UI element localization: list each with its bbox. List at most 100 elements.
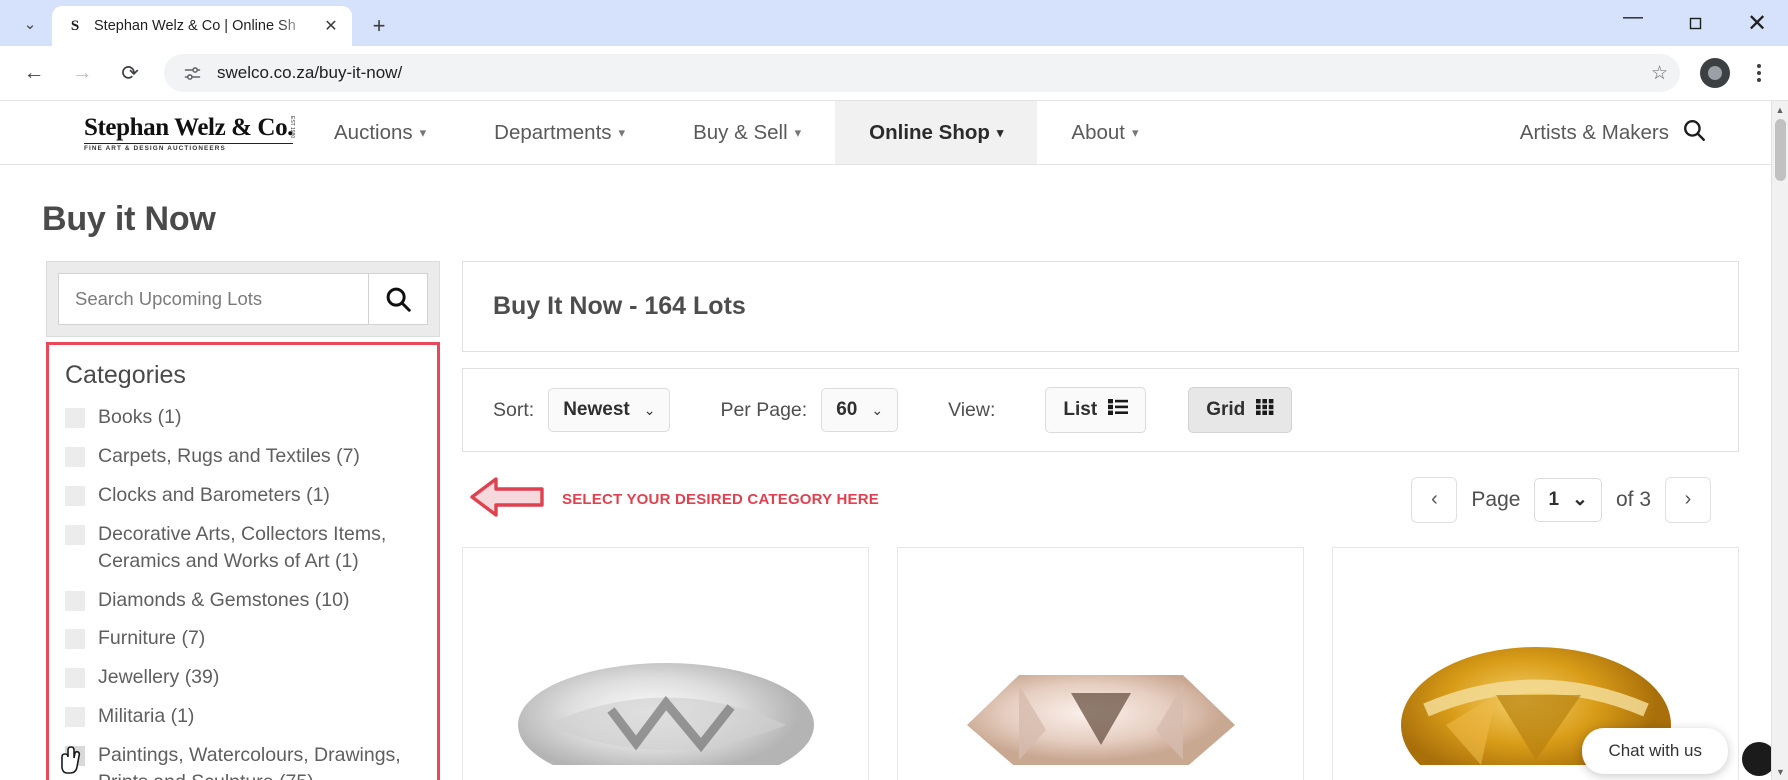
view-list-label: List xyxy=(1063,399,1098,420)
nav-item-auctions[interactable]: Auctions ▾ xyxy=(300,101,460,164)
chevron-down-icon: ⌄ xyxy=(871,401,884,418)
per-page-label: Per Page: xyxy=(720,398,808,421)
bookmark-star-icon[interactable]: ☆ xyxy=(1651,62,1668,85)
search-input[interactable] xyxy=(75,288,352,310)
lot-card-grid xyxy=(462,547,1739,780)
category-label: Paintings, Watercolours, Drawings, Print… xyxy=(98,744,401,780)
scrollbar-thumb[interactable] xyxy=(1775,119,1786,181)
minimize-button[interactable]: — xyxy=(1602,0,1664,46)
address-bar[interactable]: swelco.co.za/buy-it-now/ ☆ xyxy=(164,54,1680,92)
nav-item-buy-and-sell[interactable]: Buy & Sell ▾ xyxy=(659,101,835,164)
new-tab-button[interactable]: + xyxy=(362,9,396,43)
nav-label: Auctions xyxy=(334,120,413,144)
category-item-decorative-arts[interactable]: Decorative Arts, Collectors Items, Ceram… xyxy=(65,521,419,575)
window-close-button[interactable]: ✕ xyxy=(1726,0,1788,46)
favicon: S xyxy=(70,17,80,34)
scroll-up-icon[interactable]: ▲ xyxy=(1772,101,1788,118)
lot-card[interactable] xyxy=(897,547,1304,780)
view-list-button[interactable]: List xyxy=(1045,387,1147,433)
next-page-button[interactable]: › xyxy=(1665,476,1711,523)
category-item-jewellery[interactable]: Jewellery (39) xyxy=(65,664,419,691)
hexagon-cut-pink-diamond-image xyxy=(951,575,1251,770)
sort-label: Sort: xyxy=(493,398,535,421)
back-button[interactable]: ← xyxy=(12,51,56,95)
close-icon[interactable]: ✕ xyxy=(320,15,342,37)
lot-card[interactable] xyxy=(462,547,869,780)
browser-menu-button[interactable] xyxy=(1742,64,1776,82)
category-item-books[interactable]: Books (1) xyxy=(65,404,419,431)
nav-label: Artists & Makers xyxy=(1519,120,1669,144)
page-scrollbar[interactable]: ▲ ▼ xyxy=(1771,101,1788,780)
page-select[interactable]: 1 ⌄ xyxy=(1534,477,1602,522)
site-logo[interactable]: Stephan Welz & Co. FINE ART & DESIGN AUC… xyxy=(0,101,300,164)
left-arrow-annotation-icon xyxy=(470,474,544,525)
reload-button[interactable]: ⟳ xyxy=(108,51,152,95)
category-label: Furniture (7) xyxy=(98,627,206,650)
nav-item-departments[interactable]: Departments ▾ xyxy=(460,101,659,164)
chevron-down-icon: ▾ xyxy=(1132,124,1139,140)
category-item-paintings-sculpture[interactable]: Paintings, Watercolours, Drawings, Print… xyxy=(65,742,419,780)
chat-widget-bubble[interactable]: Chat with us xyxy=(1582,728,1728,774)
browser-tab[interactable]: S Stephan Welz & Co | Online Sh ✕ xyxy=(52,6,352,46)
category-item-clocks-barometers[interactable]: Clocks and Barometers (1) xyxy=(65,482,419,509)
per-page-select[interactable]: 60 ⌄ xyxy=(821,388,899,432)
url-text[interactable]: swelco.co.za/buy-it-now/ xyxy=(217,63,1637,83)
view-grid-button[interactable]: Grid xyxy=(1188,387,1293,433)
nav-item-about[interactable]: About ▾ xyxy=(1037,101,1172,164)
chevron-down-icon: ▾ xyxy=(419,124,427,140)
nav-item-artists-and-makers[interactable]: Artists & Makers xyxy=(1486,101,1771,164)
checkbox-icon[interactable] xyxy=(65,629,85,650)
grid-icon xyxy=(1256,399,1274,421)
category-label: Carpets, Rugs and Textiles (7) xyxy=(98,444,360,467)
page-label: Page xyxy=(1471,487,1521,511)
nav-item-online-shop[interactable]: Online Shop ▾ xyxy=(835,101,1038,164)
nav-label: About xyxy=(1071,120,1125,144)
web-page: Stephan Welz & Co. FINE ART & DESIGN AUC… xyxy=(0,101,1771,780)
checkbox-icon[interactable] xyxy=(65,590,85,611)
category-item-furniture[interactable]: Furniture (7) xyxy=(65,625,419,652)
results-main: Buy It Now - 164 Lots Sort: Newest ⌄ Per… xyxy=(440,261,1771,780)
checkbox-icon[interactable] xyxy=(65,668,85,689)
per-page-value: 60 xyxy=(836,399,858,420)
category-label: Diamonds & Gemstones (10) xyxy=(98,588,350,611)
maximize-button[interactable] xyxy=(1664,0,1726,46)
checkbox-icon[interactable] xyxy=(65,446,85,467)
category-item-militaria[interactable]: Militaria (1) xyxy=(65,703,419,730)
site-navigation: Stephan Welz & Co. FINE ART & DESIGN AUC… xyxy=(0,101,1771,165)
forward-button[interactable]: → xyxy=(60,51,104,95)
categories-heading: Categories xyxy=(65,361,186,389)
chevron-down-icon: ⌄ xyxy=(1572,489,1588,510)
search-input-wrapper[interactable] xyxy=(58,273,368,325)
checkbox-icon[interactable] xyxy=(65,707,85,728)
checkbox-icon[interactable] xyxy=(65,524,85,545)
chevron-down-icon: ▾ xyxy=(618,124,626,140)
search-icon[interactable] xyxy=(1681,117,1707,149)
chevron-down-icon: ▾ xyxy=(794,124,802,140)
profile-avatar[interactable] xyxy=(1700,58,1730,88)
tab-title: Stephan Welz & Co | Online Sh xyxy=(94,18,296,34)
tab-search-chevron-down-icon[interactable]: ⌄ xyxy=(8,2,52,46)
scroll-down-icon[interactable]: ▼ xyxy=(1772,763,1788,780)
site-settings-icon[interactable] xyxy=(182,63,203,84)
category-label: Books (1) xyxy=(98,406,182,428)
category-item-diamonds-gemstones[interactable]: Diamonds & Gemstones (10) xyxy=(65,587,419,614)
chevron-down-icon: ▾ xyxy=(996,124,1004,140)
window-controls: — ✕ xyxy=(1602,0,1788,46)
logo-wordmark: Stephan Welz & Co. xyxy=(84,113,294,141)
current-page-value: 1 xyxy=(1548,488,1560,510)
sidebar-search-panel xyxy=(46,261,440,337)
page-body: Categories Books (1) Carpets, Rugs and T… xyxy=(0,239,1771,780)
category-label: Militaria (1) xyxy=(98,705,195,728)
browser-window: ⌄ S Stephan Welz & Co | Online Sh ✕ + — … xyxy=(0,0,1788,780)
search-submit-button[interactable] xyxy=(368,273,428,325)
category-label: Decorative Arts, Collectors Items, Ceram… xyxy=(98,522,387,572)
sort-value: Newest xyxy=(563,399,630,420)
checkbox-icon[interactable] xyxy=(65,485,85,506)
prev-page-button[interactable]: ‹ xyxy=(1411,476,1458,523)
checkbox-icon[interactable] xyxy=(65,408,85,428)
category-label: Jewellery (39) xyxy=(98,666,220,689)
view-label: View: xyxy=(948,398,996,421)
category-item-carpets-rugs-textiles[interactable]: Carpets, Rugs and Textiles (7) xyxy=(65,443,419,470)
sort-select[interactable]: Newest ⌄ xyxy=(548,388,671,432)
nav-label: Buy & Sell xyxy=(693,120,788,144)
